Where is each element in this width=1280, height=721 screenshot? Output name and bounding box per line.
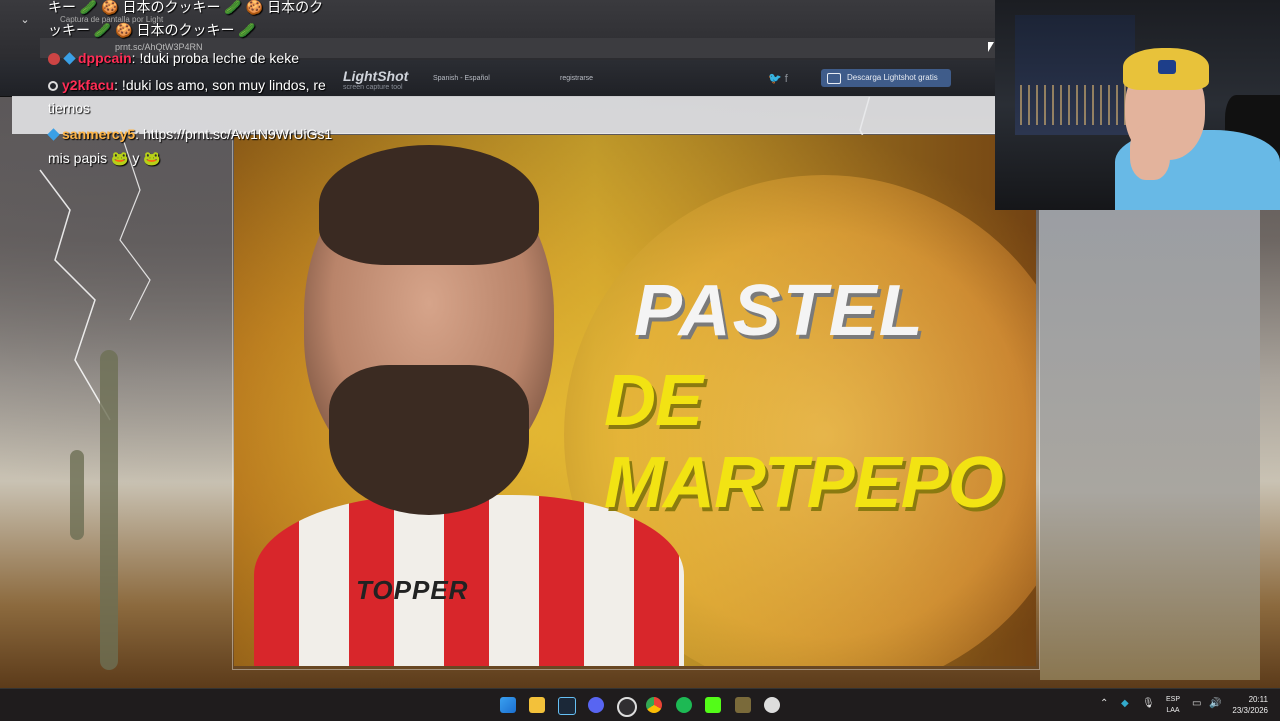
- beanie-logo-icon: [1158, 60, 1176, 74]
- person-hair: [319, 145, 539, 265]
- chat-text: ッキー 🥒 🍪 日本のクッキー 🥒: [48, 22, 256, 38]
- network-icon[interactable]: ◆: [1121, 698, 1129, 709]
- shirt-brand: TOPPER: [356, 575, 469, 605]
- subscriber-badge-icon: [47, 128, 60, 141]
- chat-text: : !duki los amo, son muy lindos, re: [114, 77, 326, 93]
- user-badge-icon: [48, 81, 58, 91]
- chat-text: キー 🥒 🍪 日本のクッキー 🥒 🍪 日本のク: [48, 0, 324, 15]
- streamer-hand: [1130, 125, 1170, 180]
- clock-time: 20:11: [1248, 695, 1268, 704]
- register-link[interactable]: registrarse: [560, 75, 593, 82]
- steam-icon[interactable]: [558, 697, 576, 715]
- city-lights: [1020, 85, 1130, 125]
- discord-icon[interactable]: [588, 697, 604, 713]
- chat-message: y2kfacu: !duki los amo, son muy lindos, …: [48, 77, 326, 93]
- chat-text: tiernos: [48, 100, 91, 116]
- clock-date: 23/3/2026: [1232, 706, 1268, 715]
- person-beard: [329, 365, 529, 515]
- chat-message: sanmercy5: https://prnt.sc/Aw1N9WrUiGs1: [47, 126, 332, 142]
- obs-icon[interactable]: [617, 697, 637, 717]
- display-icon[interactable]: ▭: [1192, 698, 1201, 709]
- chat-message: tiernos: [48, 100, 90, 116]
- system-clock[interactable]: 20:11 23/3/2026: [1228, 694, 1268, 716]
- facebook-icon[interactable]: f: [785, 73, 788, 85]
- lightshot-tagline: screen capture tool: [343, 84, 403, 91]
- chat-message: キー 🥒 🍪 日本のクッキー 🥒 🍪 日本のク: [48, 0, 323, 17]
- twitter-icon[interactable]: 🐦: [768, 73, 782, 85]
- chat-username[interactable]: sanmercy5: [62, 126, 135, 142]
- video-thumbnail[interactable]: TOPPER PASTEL DE MARTPEPO: [234, 135, 1036, 666]
- minecraft-icon[interactable]: [735, 697, 751, 713]
- kick-icon[interactable]: [705, 697, 721, 713]
- language-layout: LAA: [1166, 707, 1180, 714]
- windows-taskbar: ⌃ ◆ 🎙 ESP LAA ▭ 🔊 20:11 23/3/2026: [0, 688, 1280, 721]
- chat-message: ッキー 🥒 🍪 日本のクッキー 🥒: [48, 20, 256, 40]
- lightshot-logo[interactable]: LightShot: [343, 68, 408, 84]
- user-avatar-icon: [48, 53, 60, 65]
- download-button-label: Descarga Lightshot gratis: [847, 73, 938, 82]
- input-language[interactable]: ESP LAA: [1163, 694, 1183, 716]
- right-background-panel: [1040, 210, 1260, 680]
- microphone-icon[interactable]: 🎙: [1142, 698, 1155, 709]
- spotify-icon[interactable]: [676, 697, 692, 713]
- ccleaner-icon[interactable]: [764, 697, 780, 713]
- chevron-down-icon[interactable]: ⌄: [15, 10, 35, 30]
- chat-message: dppcain: !duki proba leche de keke: [48, 50, 299, 66]
- file-explorer-icon[interactable]: [529, 697, 545, 713]
- speaker-icon[interactable]: 🔊: [1209, 698, 1221, 709]
- language-code: ESP: [1165, 696, 1180, 703]
- thumbnail-title-line2: DE MARTPEPO: [604, 361, 1004, 523]
- download-lightshot-button[interactable]: Descarga Lightshot gratis: [821, 69, 951, 87]
- mouse-cursor-icon: [988, 42, 994, 52]
- thumbnail-title-line1: PASTEL: [634, 271, 925, 351]
- social-links: 🐦 f: [768, 72, 788, 85]
- webcam-overlay: [995, 0, 1280, 210]
- windows-start-icon[interactable]: [500, 697, 516, 713]
- chat-link[interactable]: : https://prnt.sc/Aw1N9WrUiGs1: [135, 126, 332, 142]
- chat-text: : !duki proba leche de keke: [131, 50, 300, 66]
- chat-username[interactable]: y2kfacu: [62, 77, 114, 93]
- chevron-up-icon[interactable]: ⌃: [1100, 698, 1108, 709]
- subscriber-badge-icon: [63, 52, 76, 65]
- language-selector[interactable]: Spanish - Español: [433, 75, 490, 82]
- download-icon: [827, 73, 841, 84]
- chat-username[interactable]: dppcain: [78, 50, 132, 66]
- chrome-icon[interactable]: [646, 697, 662, 713]
- chat-text: mis papis 🐸 y 🐸: [48, 150, 161, 166]
- chat-message: mis papis 🐸 y 🐸: [48, 150, 161, 167]
